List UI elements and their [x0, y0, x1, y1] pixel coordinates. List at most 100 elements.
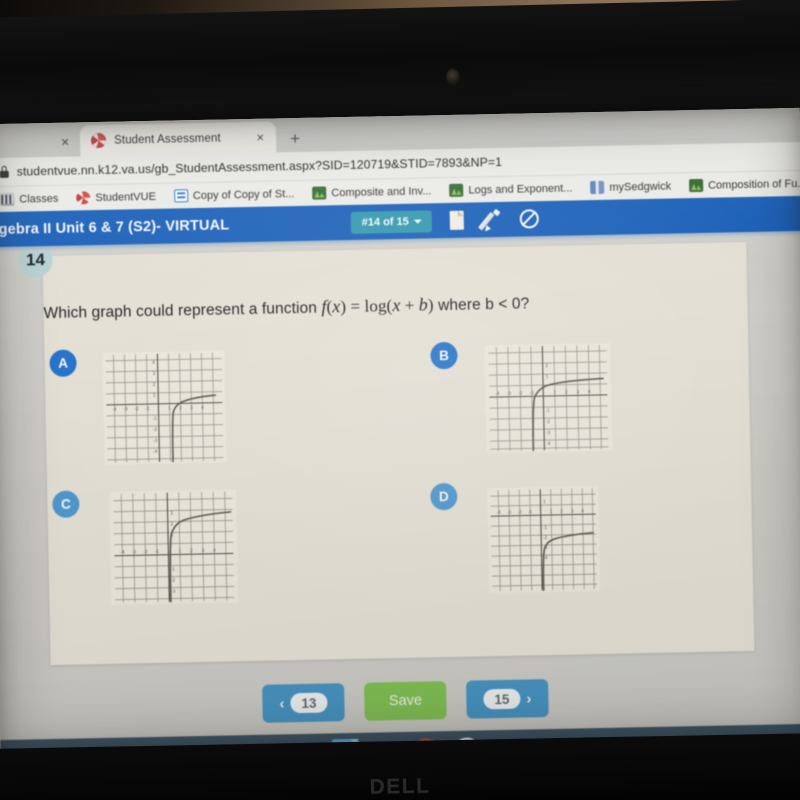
- answer-option-c[interactable]: C -4 -3 -2 -1 1 2 3 4 3 2 1 -1 -2 -3: [52, 487, 239, 606]
- svg-text:1: 1: [553, 390, 556, 396]
- bookmark-copy-of-copy-of-st[interactable]: Copy of Copy of St...: [165, 187, 304, 203]
- svg-text:-4: -4: [495, 391, 500, 397]
- svg-text:1: 1: [168, 406, 171, 412]
- lock-icon: [0, 165, 9, 178]
- green-notebook-icon: [688, 178, 704, 193]
- svg-text:4: 4: [201, 405, 204, 411]
- svg-text:-2: -2: [171, 578, 176, 584]
- svg-text:3: 3: [170, 511, 173, 517]
- svg-text:2: 2: [545, 363, 548, 369]
- question-prompt: Which graph could represent a function f…: [43, 288, 737, 323]
- answer-option-a[interactable]: A -4 -3 -2 -1 1 2 3 4 4 3 2 1 -1 -2 -3 -…: [49, 347, 227, 466]
- option-bubble-b[interactable]: B: [430, 341, 458, 370]
- svg-text:-1: -1: [545, 408, 550, 414]
- question-card: Which graph could represent a function f…: [42, 242, 755, 666]
- bookmark-composition-of-fu[interactable]: Composition of Fu...: [680, 177, 800, 193]
- svg-text:-2: -2: [518, 391, 523, 397]
- answer-option-b[interactable]: B -4 -3 -2 -1 1 2 3 4 2 1 -1 -2 -3 -4: [430, 339, 613, 455]
- svg-text:4: 4: [213, 548, 216, 554]
- prompt-text-after: where b < 0?: [433, 295, 530, 315]
- previous-question-button[interactable]: ‹ 13: [262, 683, 345, 723]
- bookmark-label: Composite and Inv...: [331, 184, 432, 199]
- svg-text:-3: -3: [171, 589, 176, 595]
- bookmark-classes[interactable]: Classes: [0, 192, 68, 207]
- question-page: 1 4 Which graph could represent a functio…: [0, 235, 800, 679]
- google-docs-icon: [173, 189, 189, 203]
- math-equals: =: [345, 296, 365, 317]
- svg-text:-1: -1: [530, 390, 535, 396]
- chevron-left-icon: ‹: [279, 694, 285, 712]
- bookmark-label: Composition of Fu...: [707, 177, 800, 192]
- bookmark-mysedgwick[interactable]: mySedgwick: [581, 179, 680, 195]
- svg-text:-2: -2: [143, 549, 148, 555]
- svg-text:1: 1: [178, 548, 181, 554]
- svg-text:1: 1: [153, 393, 156, 399]
- graph-svg-b: -4 -3 -2 -1 1 2 3 4 2 1 -1 -2 -3 -4: [484, 342, 613, 454]
- address-bar-url: studentvue.nn.k12.va.us/gb_StudentAssess…: [16, 154, 503, 179]
- option-bubble-d[interactable]: D: [430, 482, 458, 511]
- svg-text:-2: -2: [153, 427, 158, 433]
- option-graph-d: -4 -3 -2 -1 1234 1 -1 -2 -3 -4: [487, 486, 601, 594]
- close-icon[interactable]: ×: [61, 134, 70, 150]
- svg-text:-4: -4: [120, 550, 125, 556]
- app-bar-controls: #14 of 15: [350, 201, 540, 240]
- svg-text:-3: -3: [507, 391, 512, 397]
- browser-tab-student-assessment[interactable]: Student Assessment ×: [79, 121, 277, 157]
- browser-tab-title: Student Assessment: [113, 132, 221, 147]
- graph-svg-d: -4 -3 -2 -1 1234 1-1-2-3-4: [487, 486, 601, 594]
- svg-text:-1: -1: [155, 549, 160, 555]
- previous-question-number: 13: [290, 692, 328, 714]
- option-graph-a: -4 -3 -2 -1 1 2 3 4 4 3 2 1 -1 -2 -3 -4: [102, 350, 227, 465]
- answer-options: A -4 -3 -2 -1 1 2 3 4 4 3 2 1 -1 -2 -3 -…: [44, 330, 754, 630]
- svg-text:-2: -2: [546, 419, 551, 425]
- question-selector-dropdown[interactable]: #14 of 15: [350, 209, 433, 234]
- webcam-icon: [446, 68, 460, 86]
- svg-text:-2: -2: [543, 535, 548, 540]
- graph-svg-a: -4 -3 -2 -1 1 2 3 4 4 3 2 1 -1 -2 -3 -4: [102, 350, 227, 465]
- pencil-icon[interactable]: [478, 207, 504, 231]
- close-icon[interactable]: ×: [252, 130, 268, 145]
- option-bubble-c[interactable]: C: [52, 490, 80, 518]
- svg-text:-4: -4: [153, 449, 158, 455]
- no-entry-icon[interactable]: [518, 207, 540, 231]
- new-tab-button[interactable]: +: [290, 129, 300, 148]
- answer-option-d[interactable]: D -4 -3 -2 -1 1 2 3 4 1 -1 -2 -3 -4: [430, 480, 601, 594]
- svg-text:3: 3: [201, 548, 204, 554]
- svg-text:2: 2: [565, 390, 568, 396]
- laptop-screen: × Student Assessment × + studentvue.nn.k…: [0, 107, 800, 755]
- svg-text:4: 4: [588, 389, 591, 395]
- studentvue-icon: [76, 191, 91, 205]
- save-button[interactable]: Save: [364, 681, 447, 721]
- svg-text:-2: -2: [134, 406, 139, 412]
- svg-text:1: 1: [545, 374, 548, 380]
- svg-text:-3: -3: [507, 510, 512, 515]
- svg-text:3: 3: [152, 371, 155, 377]
- laptop-photo: × Student Assessment × + studentvue.nn.k…: [0, 0, 800, 800]
- bookmark-label: Logs and Exponent...: [468, 181, 573, 197]
- svg-text:-3: -3: [132, 549, 137, 555]
- svg-text:2: 2: [560, 509, 563, 514]
- bookmark-studentvue[interactable]: StudentVUE: [67, 190, 165, 205]
- svg-text:-3: -3: [123, 406, 128, 412]
- svg-text:2: 2: [153, 382, 156, 388]
- bookmark-label: Classes: [19, 192, 59, 206]
- answer-row-1: A -4 -3 -2 -1 1 2 3 4 4 3 2 1 -1 -2 -3 -…: [44, 330, 751, 487]
- prompt-text-before: Which graph could represent a function: [43, 299, 322, 323]
- bookmark-label: mySedgwick: [609, 180, 672, 194]
- assessment-title: Algebra II Unit 6 & 7 (S2)- VIRTUAL: [0, 216, 230, 238]
- next-question-button[interactable]: 15 ›: [466, 679, 549, 719]
- svg-text:4: 4: [152, 360, 155, 366]
- svg-text:-1: -1: [170, 567, 175, 573]
- bookmark-logs-and-exponent[interactable]: Logs and Exponent...: [440, 181, 581, 197]
- bookmark-composite-and-inv[interactable]: Composite and Inv...: [303, 184, 440, 200]
- svg-text:-4: -4: [546, 441, 551, 447]
- document-icon[interactable]: [446, 208, 468, 232]
- chevron-right-icon: ›: [526, 689, 532, 708]
- svg-text:-1: -1: [145, 406, 150, 412]
- svg-text:1: 1: [543, 499, 546, 504]
- option-bubble-a[interactable]: A: [49, 349, 77, 378]
- svg-text:4: 4: [581, 508, 584, 513]
- graph-svg-c: -4 -3 -2 -1 1234 321 -1-2-3: [109, 489, 239, 605]
- option-graph-c: -4 -3 -2 -1 1234 321 -1 -2 -3: [109, 489, 239, 605]
- svg-text:3: 3: [190, 405, 193, 411]
